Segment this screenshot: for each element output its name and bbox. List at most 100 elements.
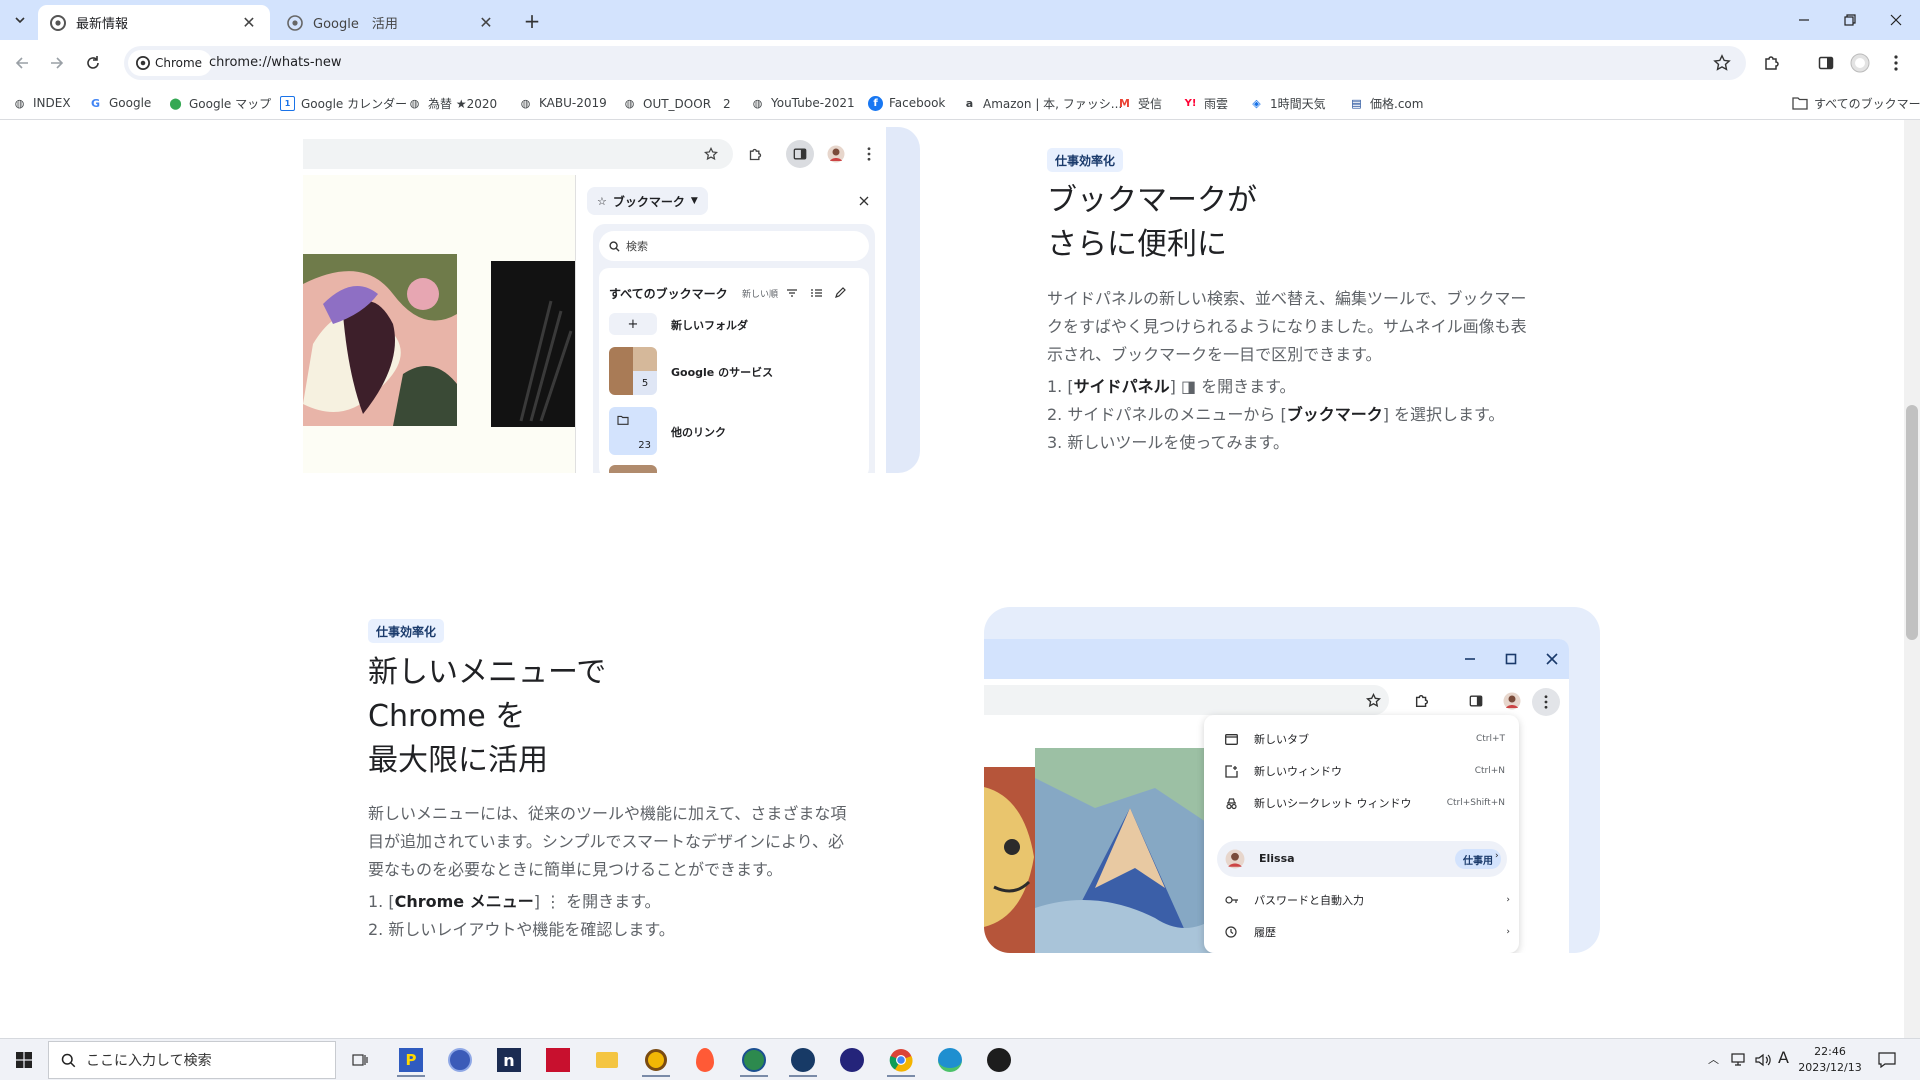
list-view-icon[interactable] bbox=[811, 289, 822, 297]
bookmark-google-calendar[interactable]: 1 Google カレンダー bbox=[280, 94, 407, 112]
tab-google-katsuyou[interactable]: Google 活用 ✕ bbox=[275, 5, 507, 40]
chevron-down-icon bbox=[15, 17, 25, 24]
weather-icon: ◈ bbox=[1252, 96, 1261, 110]
menu-item-passwords[interactable]: パスワードと自動入力 › bbox=[1225, 892, 1510, 908]
chip-label: Chrome bbox=[155, 56, 203, 70]
gmail-icon: M bbox=[1119, 96, 1130, 110]
bookmark-kawase[interactable]: ◍ 為替 ★2020 bbox=[407, 94, 497, 112]
chevron-right-icon: › bbox=[1506, 895, 1510, 905]
close-icon[interactable]: ✕ bbox=[240, 13, 258, 32]
scrollbar-thumb[interactable] bbox=[1906, 405, 1918, 640]
feature-title: ブックマークが さらに便利に bbox=[1047, 183, 1257, 262]
bookmark-item-new-folder[interactable]: 新しいフォルダ bbox=[671, 317, 748, 333]
taskbar-app-audio[interactable] bbox=[979, 1043, 1019, 1077]
menu-item-history[interactable]: 履歴 › bbox=[1225, 924, 1510, 940]
bookmark-star-button[interactable] bbox=[1708, 49, 1736, 77]
taskbar-app-mt4[interactable] bbox=[440, 1043, 480, 1077]
profile-button[interactable] bbox=[1846, 49, 1874, 77]
edit-icon[interactable] bbox=[835, 287, 846, 298]
bookmark-youtube[interactable]: ◍ YouTube-2021 bbox=[750, 94, 855, 112]
bookmark-item-google-services[interactable]: Google のサービス bbox=[671, 364, 773, 380]
taskbar-app-earth[interactable] bbox=[783, 1043, 823, 1077]
tab-search-button[interactable] bbox=[6, 8, 34, 32]
globe-icon: ◍ bbox=[624, 96, 635, 110]
address-bar[interactable]: Chrome chrome://whats-new bbox=[124, 46, 1746, 80]
site-info-chip[interactable]: Chrome bbox=[128, 50, 213, 76]
ime-indicator[interactable]: A bbox=[1778, 1048, 1789, 1067]
bookmark-item-other-links[interactable]: 他のリンク bbox=[671, 424, 726, 440]
menu-item-new-tab[interactable]: 新しいタブ Ctrl+T bbox=[1225, 731, 1505, 747]
bookmark-kakaku[interactable]: ▤ 価格.com bbox=[1349, 94, 1423, 112]
bookmark-google[interactable]: G Google bbox=[88, 94, 151, 112]
start-button[interactable] bbox=[4, 1043, 44, 1077]
taskbar-chrome[interactable] bbox=[881, 1043, 921, 1077]
app-sunflower-icon bbox=[645, 1049, 667, 1071]
taskbar-explorer[interactable] bbox=[587, 1043, 627, 1077]
close-icon bbox=[1890, 14, 1902, 26]
taskbar-app-a[interactable] bbox=[832, 1043, 872, 1077]
chevron-up-icon[interactable]: ︿ bbox=[1708, 1051, 1719, 1067]
taskbar-edge[interactable] bbox=[930, 1043, 970, 1077]
task-view-button[interactable] bbox=[340, 1043, 380, 1077]
tab-whats-new[interactable]: 最新情報 ✕ bbox=[38, 5, 270, 40]
close-window-button[interactable] bbox=[1873, 0, 1919, 40]
windows-icon bbox=[16, 1052, 32, 1068]
bookmark-facebook[interactable]: f Facebook bbox=[868, 94, 945, 112]
profile-row[interactable]: Elissa 仕事用 › bbox=[1217, 841, 1507, 877]
side-panel-button[interactable] bbox=[1812, 49, 1840, 77]
bookmark-weather[interactable]: ◈ 1時間天気 bbox=[1249, 94, 1325, 112]
close-icon[interactable] bbox=[859, 196, 869, 206]
bookmark-google-maps[interactable]: ⬤ Google マップ bbox=[168, 94, 271, 112]
folder-thumbnail: 23 bbox=[609, 407, 657, 455]
volume-icon[interactable] bbox=[1754, 1052, 1772, 1068]
close-icon[interactable]: ✕ bbox=[477, 13, 495, 32]
forward-button[interactable] bbox=[43, 49, 71, 77]
taskbar-app-n[interactable]: n bbox=[489, 1043, 529, 1077]
taskbar-clock[interactable]: 22:46 2023/12/13 bbox=[1798, 1044, 1862, 1076]
taskbar-app-sunflower[interactable] bbox=[636, 1043, 676, 1077]
bookmarks-bar: ◍ INDEX G Google ⬤ Google マップ 1 Google カレンダー… bbox=[0, 86, 1920, 120]
tab-title: Google 活用 bbox=[313, 17, 398, 32]
taskbar-search-box[interactable]: ここに入力して検索 bbox=[48, 1041, 336, 1079]
back-button[interactable] bbox=[8, 49, 36, 77]
app-earth-icon bbox=[791, 1048, 815, 1072]
taskbar-app-globe[interactable] bbox=[734, 1043, 774, 1077]
arrow-left-icon bbox=[15, 57, 28, 69]
star-icon bbox=[1713, 54, 1731, 71]
network-icon[interactable] bbox=[1730, 1052, 1748, 1068]
bookmark-outdoor[interactable]: ◍ OUT_DOOR 2 bbox=[622, 94, 731, 112]
taskbar-app-chart[interactable] bbox=[538, 1043, 578, 1077]
bookmark-kabu[interactable]: ◍ KABU-2019 bbox=[518, 94, 607, 112]
all-bookmarks-button[interactable]: すべてのブックマーク bbox=[1792, 94, 1920, 112]
minimize-button[interactable] bbox=[1781, 0, 1827, 40]
bookmark-amagumo[interactable]: Y! 雨雲 bbox=[1183, 94, 1228, 112]
taskbar-app-p[interactable]: P bbox=[391, 1043, 431, 1077]
side-panel-icon bbox=[793, 148, 807, 160]
step-1: 1. [Chrome メニュー] ⋮ を開きます。 bbox=[368, 892, 661, 911]
whats-new-page bbox=[0, 120, 1904, 1038]
chrome-menu-button[interactable] bbox=[1882, 49, 1910, 77]
bookmark-search-field[interactable]: 検索 bbox=[599, 231, 869, 261]
bookmark-gmail[interactable]: M 受信 bbox=[1117, 94, 1162, 112]
chevron-right-icon: › bbox=[1495, 851, 1499, 861]
restore-button[interactable] bbox=[1827, 0, 1873, 40]
menu-item-incognito[interactable]: 新しいシークレット ウィンドウ Ctrl+Shift+N bbox=[1225, 795, 1505, 811]
dark-artwork-image bbox=[491, 261, 575, 427]
extensions-button[interactable] bbox=[1758, 49, 1786, 77]
avatar bbox=[827, 145, 845, 163]
menu-item-new-window[interactable]: 新しいウィンドウ Ctrl+N bbox=[1225, 763, 1505, 779]
url-text[interactable]: chrome://whats-new bbox=[209, 55, 341, 70]
bookmark-index[interactable]: ◍ INDEX bbox=[12, 94, 71, 112]
chrome-icon bbox=[50, 14, 66, 31]
bookmark-amazon[interactable]: a Amazon | 本, ファッシ... bbox=[962, 94, 1122, 112]
kakaku-icon: ▤ bbox=[1351, 96, 1362, 110]
new-tab-button[interactable]: + bbox=[520, 9, 544, 33]
category-badge: 仕事効率化 bbox=[1047, 148, 1124, 172]
star-icon bbox=[1366, 693, 1381, 708]
notification-icon[interactable] bbox=[1878, 1052, 1896, 1068]
side-panel-type-selector[interactable]: ☆ ブックマーク ▼ bbox=[587, 187, 708, 215]
sort-button[interactable]: 新しい順 bbox=[742, 287, 778, 300]
reload-button[interactable] bbox=[79, 49, 107, 77]
taskbar-app-flame[interactable] bbox=[685, 1043, 725, 1077]
search-icon bbox=[61, 1053, 76, 1067]
